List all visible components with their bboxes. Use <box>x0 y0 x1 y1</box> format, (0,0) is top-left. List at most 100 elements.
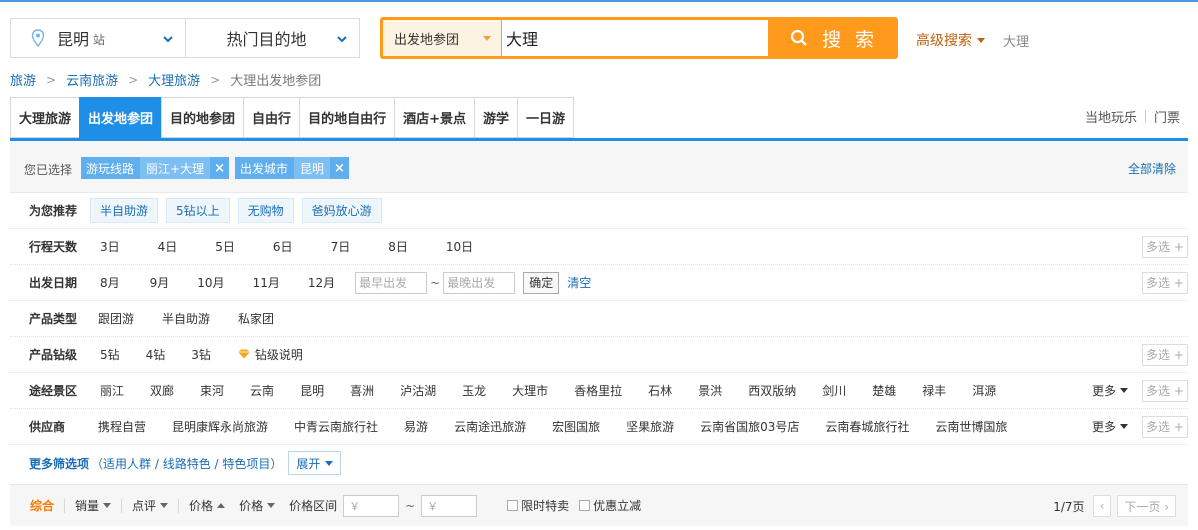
recommend-option[interactable]: 无购物 <box>237 198 294 223</box>
month-option[interactable]: 8月 <box>100 274 120 291</box>
recommend-option[interactable]: 爸妈放心游 <box>301 198 382 223</box>
tab-destination-independent[interactable]: 目的地自由行 <box>299 97 395 138</box>
sort-sales[interactable]: 销量 <box>65 497 121 514</box>
history-keyword-link[interactable]: 大理 <box>1003 31 1029 50</box>
spot-option[interactable]: 喜洲 <box>350 382 374 399</box>
days-option[interactable]: 5日 <box>215 238 235 255</box>
supplier-option[interactable]: 宏图国旅 <box>552 418 600 435</box>
supplier-option[interactable]: 坚果旅游 <box>626 418 674 435</box>
supplier-option[interactable]: 携程自营 <box>98 418 146 435</box>
end-date-input[interactable]: 最晚出发 <box>443 271 516 294</box>
more-suppliers-button[interactable]: 更多 <box>1092 418 1128 435</box>
checkbox[interactable] <box>507 500 519 511</box>
spot-option[interactable]: 束河 <box>200 382 224 399</box>
multi-select-button[interactable]: 多选 + <box>1142 343 1188 366</box>
multi-select-button[interactable]: 多选 + <box>1142 379 1188 402</box>
level-option[interactable]: 3钻 <box>191 346 211 363</box>
supplier-option[interactable]: 云南世博国旅 <box>935 418 1007 435</box>
days-option[interactable]: 7日 <box>331 238 351 255</box>
breadcrumb-link[interactable]: 旅游 <box>10 70 36 89</box>
more-spots-button[interactable]: 更多 <box>1092 382 1128 399</box>
spot-option[interactable]: 丽江 <box>100 382 124 399</box>
prev-page-button[interactable]: ‹ <box>1092 495 1112 517</box>
spot-option[interactable]: 禄丰 <box>922 382 946 399</box>
expand-filters-button[interactable]: 展开 <box>288 451 342 475</box>
tab-departure-group[interactable]: 出发地参团 <box>79 97 162 138</box>
days-option[interactable]: 4日 <box>158 238 178 255</box>
spot-option[interactable]: 石林 <box>648 382 672 399</box>
spot-option[interactable]: 景洪 <box>698 382 722 399</box>
sort-reviews[interactable]: 点评 <box>122 497 178 514</box>
recommend-option[interactable]: 半自助游 <box>90 198 159 223</box>
hot-destinations-selector[interactable]: 热门目的地 <box>185 18 360 58</box>
supplier-option[interactable]: 易游 <box>404 418 428 435</box>
spot-option[interactable]: 云南 <box>250 382 274 399</box>
sort-comprehensive[interactable]: 综合 <box>10 497 64 514</box>
multi-select-button[interactable]: 多选 + <box>1142 235 1188 258</box>
month-option[interactable]: 9月 <box>150 274 170 291</box>
spot-option[interactable]: 洱源 <box>972 382 996 399</box>
search-button[interactable]: 搜 索 <box>770 17 898 59</box>
spot-option[interactable]: 剑川 <box>822 382 846 399</box>
month-option[interactable]: 11月 <box>253 274 280 291</box>
multi-select-button[interactable]: 多选 + <box>1142 415 1188 438</box>
clear-all-link[interactable]: 全部清除 <box>1128 160 1176 177</box>
tab-day-tour[interactable]: 一日游 <box>517 97 575 138</box>
selected-chip-route[interactable]: 游玩线路 丽江+大理 × <box>81 157 229 179</box>
spot-option[interactable]: 楚雄 <box>872 382 896 399</box>
local-fun-link[interactable]: 当地玩乐 <box>1085 107 1137 126</box>
days-option[interactable]: 3日 <box>100 238 120 255</box>
spot-option[interactable]: 双廊 <box>150 382 174 399</box>
tab-destination-group[interactable]: 目的地参团 <box>161 97 244 138</box>
supplier-option[interactable]: 云南途迅旅游 <box>454 418 526 435</box>
flash-sale-checkbox[interactable]: 限时特卖 <box>507 497 569 514</box>
next-page-button[interactable]: 下一页 › <box>1117 495 1176 517</box>
supplier-option[interactable]: 云南春城旅行社 <box>825 418 909 435</box>
spot-option[interactable]: 大理市 <box>512 382 548 399</box>
selected-chip-city[interactable]: 出发城市 昆明 × <box>235 157 349 179</box>
recommend-option[interactable]: 5钻以上 <box>166 198 230 223</box>
start-date-input[interactable]: 最早出发 <box>355 271 428 294</box>
advanced-search-link[interactable]: 高级搜索 <box>916 30 985 50</box>
supplier-option[interactable]: 昆明康辉永尚旅游 <box>172 418 268 435</box>
city-selector[interactable]: 昆明 站 <box>10 18 186 58</box>
sort-price-asc[interactable]: 价格 <box>179 497 235 514</box>
spot-option[interactable]: 西双版纳 <box>748 382 796 399</box>
breadcrumb-link[interactable]: 云南旅游 <box>66 70 118 89</box>
tab-independent-travel[interactable]: 自由行 <box>243 97 300 138</box>
month-option[interactable]: 10月 <box>197 274 224 291</box>
spot-option[interactable]: 玉龙 <box>462 382 486 399</box>
days-option[interactable]: 10日 <box>446 238 473 255</box>
spot-option[interactable]: 昆明 <box>300 382 324 399</box>
tab-study-tour[interactable]: 游学 <box>473 97 517 138</box>
type-option[interactable]: 半自助游 <box>162 310 210 327</box>
depart-type-select[interactable]: 出发地参团 <box>383 20 501 56</box>
spot-option[interactable]: 香格里拉 <box>574 382 622 399</box>
close-icon[interactable]: × <box>210 161 229 176</box>
days-option[interactable]: 8日 <box>388 238 408 255</box>
supplier-option[interactable]: 中青云南旅行社 <box>294 418 378 435</box>
tickets-link[interactable]: 门票 <box>1154 107 1180 126</box>
level-explain-link[interactable]: 钻级说明 <box>237 346 303 363</box>
price-min-input[interactable]: ￥ <box>343 494 400 517</box>
checkbox[interactable] <box>579 500 591 511</box>
tab-hotel-attraction[interactable]: 酒店+景点 <box>394 97 474 138</box>
supplier-option[interactable]: 云南省国旅03号店 <box>700 418 799 435</box>
type-option[interactable]: 跟团游 <box>98 310 134 327</box>
multi-select-button[interactable]: 多选 + <box>1142 271 1188 294</box>
sort-price-desc[interactable]: 价格 <box>235 497 285 514</box>
tab-dali-travel[interactable]: 大理旅游 <box>10 97 80 138</box>
month-option[interactable]: 12月 <box>308 274 335 291</box>
type-option[interactable]: 私家团 <box>238 310 274 327</box>
spot-option[interactable]: 泸沽湖 <box>400 382 436 399</box>
days-option[interactable]: 6日 <box>273 238 293 255</box>
search-input[interactable] <box>502 20 768 56</box>
breadcrumb-link[interactable]: 大理旅游 <box>148 70 200 89</box>
close-icon[interactable]: × <box>330 161 349 176</box>
confirm-date-button[interactable]: 确定 <box>523 271 560 294</box>
clear-date-link[interactable]: 清空 <box>567 274 591 291</box>
price-max-input[interactable]: ￥ <box>421 494 478 517</box>
discount-checkbox[interactable]: 优惠立减 <box>579 497 641 514</box>
level-option[interactable]: 5钻 <box>100 346 120 363</box>
level-option[interactable]: 4钻 <box>146 346 166 363</box>
